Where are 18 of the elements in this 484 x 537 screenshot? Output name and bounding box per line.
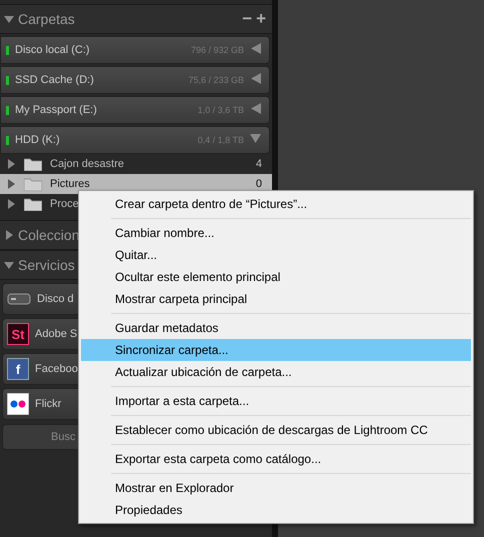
panel-title: Servicios [18,257,75,273]
volume-name: My Passport (E:) [15,104,98,116]
panel-title: Carpetas [18,11,75,27]
volume-name: SSD Cache (D:) [15,74,95,86]
service-name: Faceboo [35,363,78,375]
service-name: Adobe S [35,328,78,340]
folder-name: Pictures [50,178,90,190]
facebook-logo: f [7,358,29,380]
photo-count: 4 [256,158,262,170]
folder-name: Proce [50,198,79,210]
service-name: Flickr [35,398,62,410]
folder-name: Cajon desastre [50,158,124,170]
volume-name: HDD (K:) [15,134,61,146]
panel-title: Coleccion [18,227,80,243]
volume-name: Disco local (C:) [15,44,91,56]
stock-logo: St [7,323,29,345]
service-name: Disco d [37,293,74,305]
photo-count: 0 [256,178,262,190]
